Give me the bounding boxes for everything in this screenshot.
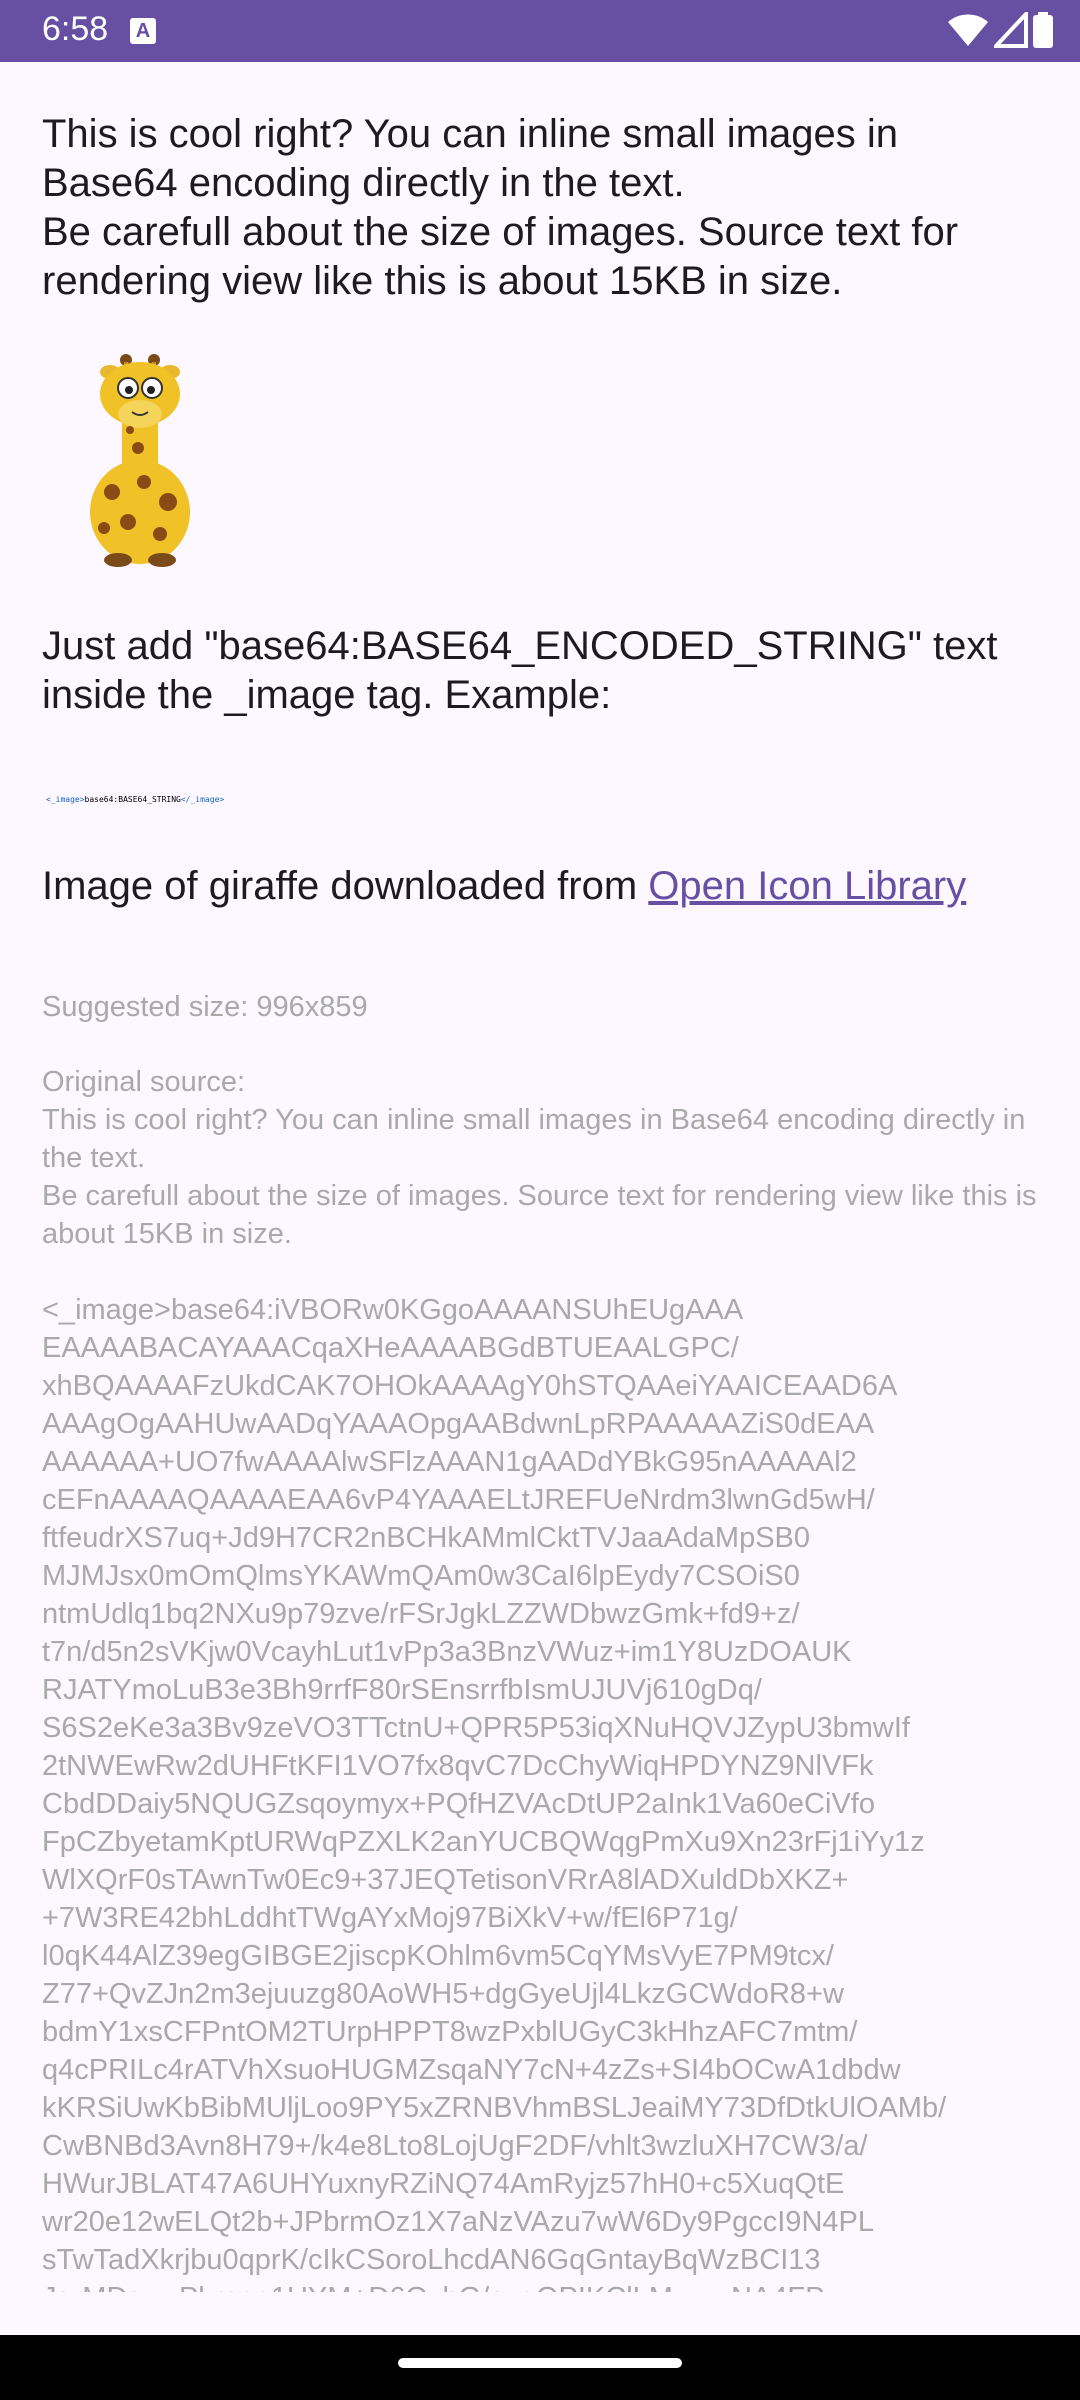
credit-text: Image of giraffe downloaded from Open Ic… [42, 862, 1038, 911]
original-source-text: Original source: This is cool right? You… [42, 1066, 1037, 2292]
content-scroll-area[interactable]: This is cool right? You can inline small… [42, 62, 1038, 2292]
battery-icon [1033, 12, 1053, 48]
example-value: base64:BASE64_STRING [84, 795, 181, 804]
wifi-icon [948, 14, 989, 46]
example-open-tag: <_image> [46, 795, 85, 804]
example-code: <_image>base64:BASE64_STRING</_image> [46, 795, 224, 804]
home-gesture-handle[interactable] [398, 2358, 682, 2368]
instructions-text: Just add "base64:BASE64_ENCODED_STRING" … [42, 624, 998, 717]
status-bar: 6:58 A [0, 0, 1080, 62]
a-icon: A [130, 18, 156, 44]
giraffe-image [90, 354, 190, 567]
example-close-tag: </_image> [180, 795, 225, 804]
credit-prefix: Image of giraffe downloaded from [42, 864, 649, 908]
navigation-bar [0, 2335, 1080, 2400]
status-time: 6:58 [42, 10, 109, 48]
status-icons [947, 8, 1054, 50]
cellular-signal-icon [990, 8, 1028, 48]
suggested-size-text: Suggested size: 996x859 [42, 991, 368, 1023]
open-icon-library-link[interactable]: Open Icon Library [648, 864, 966, 908]
intro-text: This is cool right? You can inline small… [42, 112, 959, 303]
